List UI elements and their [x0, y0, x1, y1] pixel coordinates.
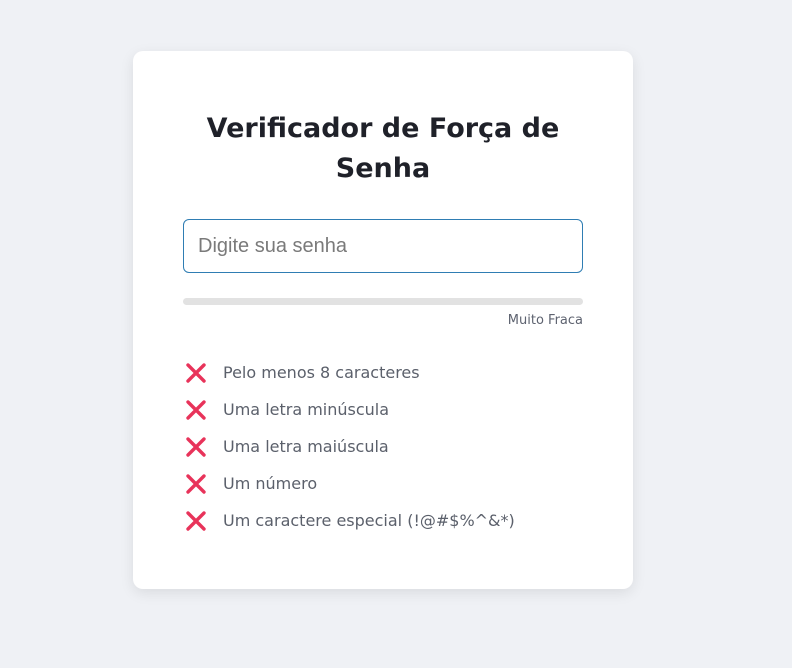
requirement-label: Um caractere especial (!@#$%^&*)	[223, 511, 515, 530]
page-title: Verificador de Força de Senha	[206, 113, 560, 184]
requirement-item: Um caractere especial (!@#$%^&*)	[183, 502, 583, 539]
strength-meter	[183, 298, 583, 305]
requirement-item: Uma letra maiúscula	[183, 428, 583, 465]
x-icon	[183, 397, 209, 423]
requirements-list: Pelo menos 8 caracteres Uma letra minúsc…	[183, 354, 583, 539]
strength-label: Muito Fraca	[507, 313, 583, 328]
password-input[interactable]	[183, 219, 583, 273]
requirement-item: Pelo menos 8 caracteres	[183, 354, 583, 391]
x-icon	[183, 360, 209, 386]
x-icon	[183, 471, 209, 497]
requirement-item: Uma letra minúscula	[183, 391, 583, 428]
requirement-label: Uma letra minúscula	[223, 400, 390, 419]
requirement-label: Pelo menos 8 caracteres	[223, 363, 420, 382]
requirement-label: Uma letra maiúscula	[223, 437, 389, 456]
requirement-label: Um número	[223, 474, 318, 493]
requirement-item: Um número	[183, 465, 583, 502]
password-checker-card: Verificador de Força de Senha Muito Frac…	[133, 51, 633, 589]
x-icon	[183, 508, 209, 534]
x-icon	[183, 434, 209, 460]
